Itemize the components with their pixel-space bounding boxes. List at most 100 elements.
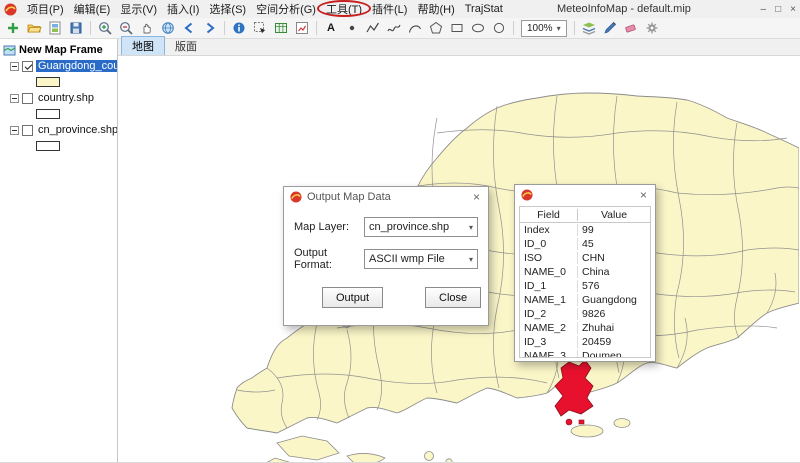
toolbar-separator xyxy=(574,21,575,35)
pencil-icon xyxy=(602,20,618,36)
table-row[interactable]: NAME_1Guangdong xyxy=(520,293,650,307)
save-button[interactable] xyxy=(66,19,86,37)
table-row[interactable]: ID_1576 xyxy=(520,279,650,293)
polygon-button[interactable] xyxy=(426,19,446,37)
tree-collapse-icon[interactable] xyxy=(10,126,19,135)
layer-checkbox[interactable] xyxy=(22,125,33,136)
layer-name[interactable]: Guangdong_county.shp xyxy=(36,60,118,72)
maximize-button[interactable]: □ xyxy=(775,4,781,15)
dialog-logo-icon xyxy=(290,191,302,203)
layer-item-country[interactable]: country.shp xyxy=(0,90,117,106)
attribute-table[interactable]: Field Value Index99 ID_045 ISOCHN NAME_0… xyxy=(519,206,651,358)
layer-checkbox[interactable] xyxy=(22,61,33,72)
zoom-out-button[interactable] xyxy=(116,19,136,37)
new-point-button[interactable] xyxy=(342,19,362,37)
output-map-data-dialog: Output Map Data × Map Layer: cn_province… xyxy=(283,186,489,326)
curve-button[interactable] xyxy=(405,19,425,37)
tree-collapse-icon[interactable] xyxy=(10,62,19,71)
zoom-in-icon xyxy=(97,20,113,36)
toolbar-separator xyxy=(90,21,91,35)
table-row[interactable]: NAME_0China xyxy=(520,265,650,279)
zoom-in-button[interactable] xyxy=(95,19,115,37)
menu-help[interactable]: 帮助(H) xyxy=(412,0,459,18)
label-button[interactable]: A xyxy=(321,19,341,37)
table-row[interactable]: Index99 xyxy=(520,223,650,237)
freehand-button[interactable] xyxy=(384,19,404,37)
tree-collapse-icon[interactable] xyxy=(10,94,19,103)
circle-button[interactable] xyxy=(489,19,509,37)
app-logo-icon xyxy=(4,3,17,16)
tab-layout[interactable]: 版面 xyxy=(165,37,207,55)
close-button[interactable]: Close xyxy=(425,287,481,308)
menu-edit[interactable]: 编辑(E) xyxy=(69,0,116,18)
table-row[interactable]: NAME_2Zhuhai xyxy=(520,321,650,335)
map-layer-row: Map Layer: cn_province.shp ▾ xyxy=(284,217,488,237)
menu-tools-label: 工具(T) xyxy=(326,1,362,17)
layer-item-cn-province[interactable]: cn_province.shp xyxy=(0,122,117,138)
folder-icon xyxy=(26,20,42,36)
eraser-button[interactable] xyxy=(621,19,641,37)
map-layer-select[interactable]: cn_province.shp ▾ xyxy=(364,217,478,237)
new-button[interactable] xyxy=(3,19,23,37)
zoom-next-button[interactable] xyxy=(200,19,220,37)
field-cell: NAME_3 xyxy=(520,350,578,358)
menu-selection[interactable]: 选择(S) xyxy=(204,0,251,18)
chart-icon xyxy=(294,20,310,36)
layer-checkbox[interactable] xyxy=(22,93,33,104)
column-header-value: Value xyxy=(578,209,650,221)
settings-button[interactable] xyxy=(642,19,662,37)
menu-trajstat[interactable]: TrajStat xyxy=(460,0,508,18)
layer-name[interactable]: cn_province.shp xyxy=(36,124,118,136)
layer-name[interactable]: country.shp xyxy=(36,92,96,104)
identify-info-icon xyxy=(231,20,247,36)
menu-plugins[interactable]: 插件(L) xyxy=(367,0,412,18)
close-icon[interactable]: × xyxy=(471,191,482,203)
chart-button[interactable] xyxy=(292,19,312,37)
output-format-select[interactable]: ASCII wmp File ▾ xyxy=(364,249,478,269)
menu-project[interactable]: 项目(P) xyxy=(22,0,69,18)
zoom-out-icon xyxy=(118,20,134,36)
close-icon[interactable]: × xyxy=(638,189,649,201)
map-document-button[interactable] xyxy=(45,19,65,37)
chevron-down-icon: ▾ xyxy=(469,255,473,264)
menu-view[interactable]: 显示(V) xyxy=(115,0,162,18)
value-cell: 99 xyxy=(578,224,650,236)
zoom-previous-button[interactable] xyxy=(179,19,199,37)
map-frame-node[interactable]: New Map Frame xyxy=(0,42,117,58)
field-cell: NAME_2 xyxy=(520,322,578,334)
select-feature-button[interactable] xyxy=(250,19,270,37)
tab-map[interactable]: 地图 xyxy=(121,36,165,55)
layer-item-guangdong-county[interactable]: Guangdong_county.shp xyxy=(0,58,117,74)
close-button[interactable]: × xyxy=(790,4,796,15)
field-cell: Index xyxy=(520,224,578,236)
table-row[interactable]: ID_045 xyxy=(520,237,650,251)
rectangle-icon xyxy=(449,20,465,36)
select-rectangle-icon xyxy=(252,20,268,36)
chevron-down-icon: ▾ xyxy=(469,223,473,232)
menu-tools[interactable]: 工具(T) xyxy=(321,0,367,18)
dialog-titlebar[interactable]: Output Map Data × xyxy=(284,187,488,207)
zoom-level-combo[interactable]: 100% ▾ xyxy=(521,20,567,37)
table-row[interactable]: NAME_3Doumen xyxy=(520,349,650,358)
menu-insert[interactable]: 插入(I) xyxy=(162,0,204,18)
polyline-button[interactable] xyxy=(363,19,383,37)
meteoinfomap-window: 项目(P) 编辑(E) 显示(V) 插入(I) 选择(S) 空间分析(G) 工具… xyxy=(0,0,800,463)
edit-button[interactable] xyxy=(600,19,620,37)
table-row[interactable]: ISOCHN xyxy=(520,251,650,265)
table-row[interactable]: ID_29826 xyxy=(520,307,650,321)
identify-button[interactable] xyxy=(229,19,249,37)
rectangle-button[interactable] xyxy=(447,19,467,37)
table-row[interactable]: ID_320459 xyxy=(520,335,650,349)
map-layers-button[interactable] xyxy=(579,19,599,37)
minimize-button[interactable]: – xyxy=(761,4,767,15)
value-cell: CHN xyxy=(578,252,650,264)
dialog-titlebar[interactable]: × xyxy=(515,185,655,205)
full-extent-button[interactable] xyxy=(158,19,178,37)
ellipse-button[interactable] xyxy=(468,19,488,37)
output-button[interactable]: Output xyxy=(322,287,383,308)
output-format-row: Output Format: ASCII wmp File ▾ xyxy=(284,247,488,271)
pan-button[interactable] xyxy=(137,19,157,37)
menu-geoprocessing[interactable]: 空间分析(G) xyxy=(251,0,321,18)
attribute-table-button[interactable] xyxy=(271,19,291,37)
open-button[interactable] xyxy=(24,19,44,37)
